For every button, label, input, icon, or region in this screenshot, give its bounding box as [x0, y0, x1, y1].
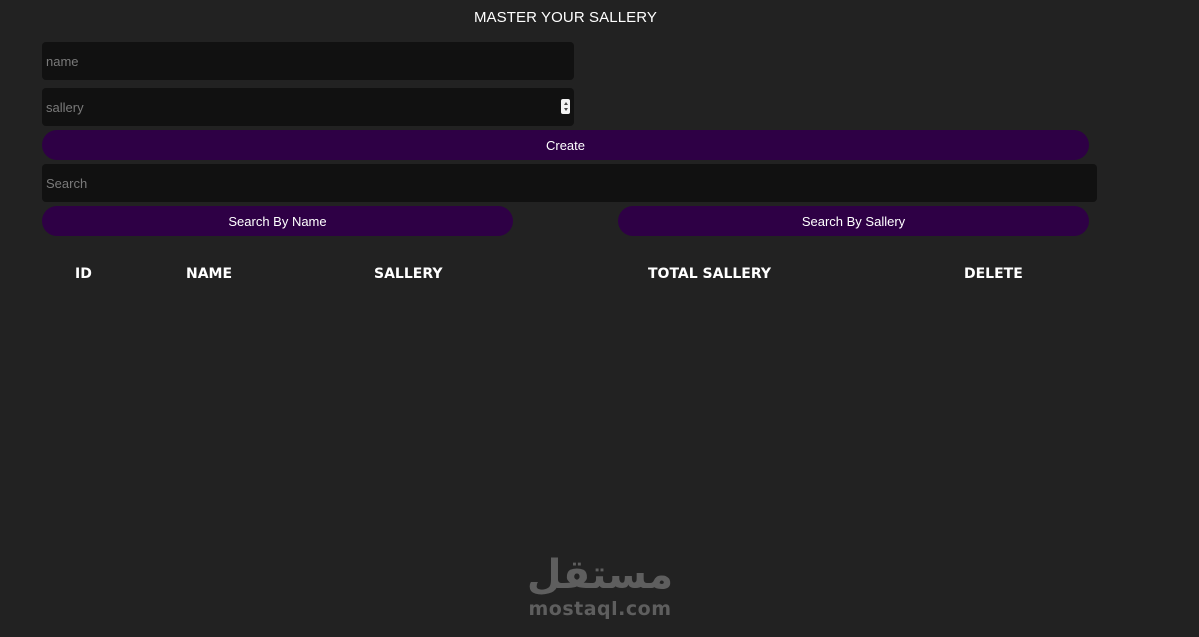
search-by-name-button[interactable]: Search By Name	[42, 206, 513, 236]
column-header-id: ID	[75, 266, 92, 282]
search-by-sallery-button[interactable]: Search By Sallery	[618, 206, 1089, 236]
column-header-delete: DELETE	[964, 266, 1023, 282]
spin-down-icon[interactable]	[563, 108, 568, 112]
mostaql-watermark: مستقل mostaql.com	[500, 552, 700, 632]
page-title: MASTER YOUR SALLERY	[473, 9, 658, 26]
name-input[interactable]	[42, 42, 574, 80]
watermark-arabic-text: مستقل	[526, 552, 674, 598]
sallery-input[interactable]	[42, 88, 574, 126]
search-input[interactable]	[42, 164, 1097, 202]
watermark-latin-text: mostaql.com	[528, 598, 672, 620]
column-header-name: NAME	[186, 266, 233, 282]
number-spinner[interactable]	[561, 99, 570, 114]
create-button[interactable]: Create	[42, 130, 1089, 160]
column-header-total-sallery: TOTAL SALLERY	[648, 266, 772, 282]
column-header-sallery: SALLERY	[374, 266, 443, 282]
spin-up-icon[interactable]	[563, 101, 568, 105]
